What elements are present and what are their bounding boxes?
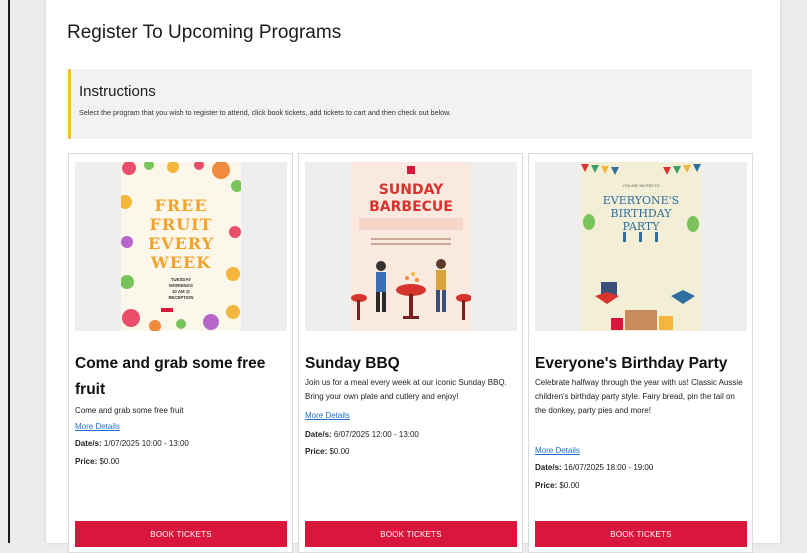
program-description: Join us for a meal every week at our ico… [305, 378, 507, 401]
poster-headline-line: WEEK [150, 253, 212, 272]
program-description: Celebrate halfway through the year with … [535, 378, 743, 415]
program-dates: Date/s: 6/07/2025 12:00 - 13:00 [305, 430, 419, 439]
instructions-text: Select the program that you wish to regi… [79, 108, 451, 117]
poster-headline-line: BIRTHDAY [610, 207, 672, 220]
dates-value: 6/07/2025 12:00 - 13:00 [333, 430, 419, 439]
poster-headline-line: FREE [154, 196, 208, 215]
poster-headline-line: PARTY [622, 220, 660, 233]
poster-headline-line: SUNDAY [378, 182, 444, 198]
dates-value: 16/07/2025 18:00 - 19:00 [563, 463, 654, 472]
book-tickets-button[interactable]: BOOK TICKETS [305, 521, 517, 547]
program-price: Price: $0.00 [305, 447, 350, 456]
book-tickets-button[interactable]: BOOK TICKETS [535, 521, 747, 547]
dates-label: Date/s: [535, 463, 562, 472]
price-value: $0.00 [329, 447, 350, 456]
program-title: Sunday BBQ [305, 355, 400, 372]
more-details-link[interactable]: More Details [75, 422, 120, 431]
program-title: Everyone's Birthday Party [535, 355, 728, 372]
dates-label: Date/s: [305, 430, 332, 439]
birthday-party-poster[interactable]: YOU ARE INVITED TO EVERYONE'S BIRTHDAY P… [581, 162, 701, 331]
sunday-bbq-poster[interactable]: SUNDAY BARBECUE [351, 162, 471, 331]
page-container: Register To Upcoming Programs Instructio… [46, 0, 780, 553]
program-description: Come and grab some free fruit [75, 406, 184, 415]
program-image-frame: SUNDAY BARBECUE [305, 162, 517, 331]
poster-headline-line: BARBECUE [369, 199, 453, 215]
poster-headline-line: EVERYONE'S [602, 194, 680, 207]
page-title: Register To Upcoming Programs [67, 22, 342, 43]
program-price: Price: $0.00 [535, 481, 580, 490]
program-cards: FREE FRUIT EVERY WEEK TUESDAY MORNINGS 1… [68, 153, 754, 553]
free-fruit-poster[interactable]: FREE FRUIT EVERY WEEK TUESDAY MORNINGS 1… [121, 162, 241, 331]
poster-kicker: YOU ARE INVITED TO [622, 184, 660, 188]
program-dates: Date/s: 1/07/2025 10:00 - 13:00 [75, 439, 189, 448]
poster-subline: RECEPTION [168, 295, 194, 300]
program-title: Come and grab some free fruit [75, 355, 266, 398]
price-label: Price: [535, 481, 558, 490]
program-card-sunday-bbq: SUNDAY BARBECUE Sunday BBQ Join us for a… [298, 153, 523, 553]
program-image-frame: YOU ARE INVITED TO EVERYONE'S BIRTHDAY P… [535, 162, 747, 331]
window-edge [8, 0, 10, 543]
instructions-title: Instructions [79, 83, 156, 100]
book-tickets-button[interactable]: BOOK TICKETS [75, 521, 287, 547]
price-label: Price: [75, 457, 98, 466]
poster-headline-line: EVERY [147, 234, 215, 253]
instructions-panel: Instructions Select the program that you… [68, 69, 752, 139]
program-image-frame: FREE FRUIT EVERY WEEK TUESDAY MORNINGS 1… [75, 162, 287, 331]
program-dates: Date/s: 16/07/2025 18:00 - 19:00 [535, 463, 653, 472]
price-value: $0.00 [559, 481, 580, 490]
price-label: Price: [305, 447, 328, 456]
program-card-free-fruit: FREE FRUIT EVERY WEEK TUESDAY MORNINGS 1… [68, 153, 293, 553]
program-card-birthday-party: YOU ARE INVITED TO EVERYONE'S BIRTHDAY P… [528, 153, 753, 553]
price-value: $0.00 [99, 457, 120, 466]
more-details-link[interactable]: More Details [535, 446, 580, 455]
dates-value: 1/07/2025 10:00 - 13:00 [103, 439, 189, 448]
dates-label: Date/s: [75, 439, 102, 448]
poster-headline-line: FRUIT [149, 215, 213, 234]
program-price: Price: $0.00 [75, 457, 120, 466]
more-details-link[interactable]: More Details [305, 411, 350, 420]
